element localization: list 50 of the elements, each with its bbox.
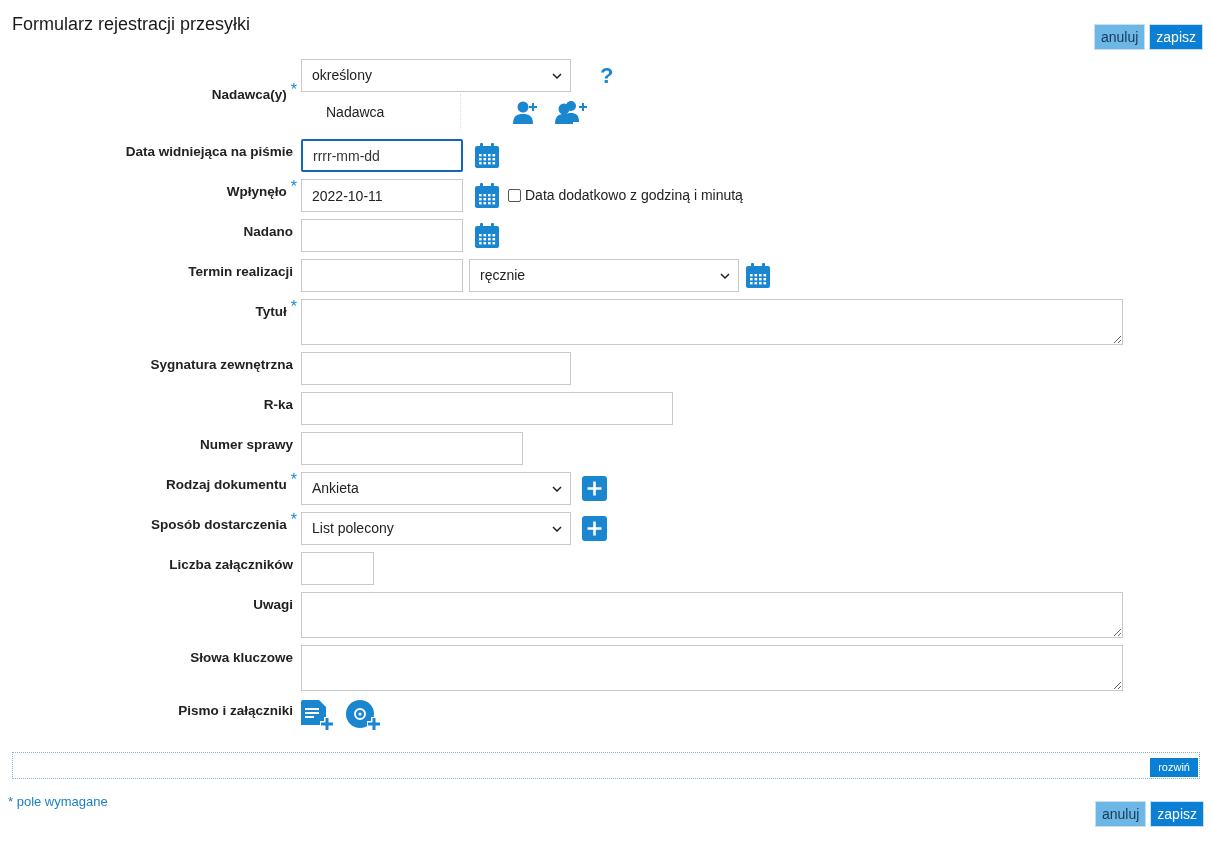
calendar-icon[interactable]: [474, 182, 500, 209]
expand-button[interactable]: rozwiń: [1150, 758, 1198, 777]
dropdown[interactable]: określony: [301, 59, 571, 92]
add-document-icon[interactable]: [301, 700, 334, 731]
field-label: Pismo i załączniki: [178, 702, 293, 720]
field-label: Sygnatura zewnętrzna: [150, 356, 293, 374]
chevron-down-icon: [552, 485, 562, 492]
add-person-icon[interactable]: [513, 100, 539, 124]
required-mark: *: [290, 180, 297, 194]
dropdown[interactable]: ręcznie: [469, 259, 739, 292]
help-icon[interactable]: ?: [600, 59, 614, 92]
required-mark: *: [290, 473, 297, 487]
required-note: * pole wymagane: [8, 793, 108, 811]
field-label: Uwagi: [253, 596, 293, 614]
add-button[interactable]: [582, 516, 607, 541]
cancel-button[interactable]: anuluj: [1093, 24, 1146, 50]
add-button[interactable]: [582, 476, 607, 501]
required-mark: *: [290, 513, 297, 527]
save-button[interactable]: zapisz: [1150, 801, 1204, 827]
field-label: R-ka: [263, 396, 293, 414]
chevron-down-icon: [552, 72, 562, 79]
field-label: Data widniejąca na piśmie: [125, 143, 293, 161]
field-label: Sposób dostarczenia: [151, 516, 287, 534]
text-field[interactable]: rrrr-mm-dd: [301, 139, 463, 172]
checkbox[interactable]: Data dodatkowo z godziną i minutą: [508, 185, 743, 206]
field-label: Termin realizacji: [188, 263, 293, 281]
field-label: Rodzaj dokumentu: [166, 476, 287, 494]
required-mark: *: [290, 300, 297, 314]
chevron-down-icon: [720, 272, 730, 279]
cancel-button[interactable]: anuluj: [1094, 801, 1147, 827]
save-button[interactable]: zapisz: [1149, 24, 1203, 50]
field-label: Wpłynęło: [226, 183, 287, 201]
field-label: Słowa kluczowe: [190, 649, 293, 667]
calendar-icon[interactable]: [745, 262, 771, 289]
add-disc-icon[interactable]: [346, 700, 382, 731]
field-label: Numer sprawy: [199, 436, 293, 454]
add-people-icon[interactable]: [555, 100, 589, 124]
calendar-icon[interactable]: [474, 222, 500, 249]
calendar-icon[interactable]: [474, 142, 500, 169]
field-label: Tytuł: [255, 303, 287, 321]
chevron-down-icon: [552, 525, 562, 532]
column-header: Nadawca: [325, 102, 386, 122]
dropdown[interactable]: List polecony: [301, 512, 571, 545]
text-field[interactable]: 2022-10-11: [301, 179, 463, 212]
field-label: Nadano: [243, 223, 293, 241]
field-label: Liczba załączników: [169, 556, 293, 574]
dropdown[interactable]: Ankieta: [301, 472, 571, 505]
required-mark: *: [290, 83, 297, 98]
field-label: Nadawca(y): [211, 86, 287, 105]
page-title: Formularz rejestracji przesyłki: [12, 13, 251, 36]
